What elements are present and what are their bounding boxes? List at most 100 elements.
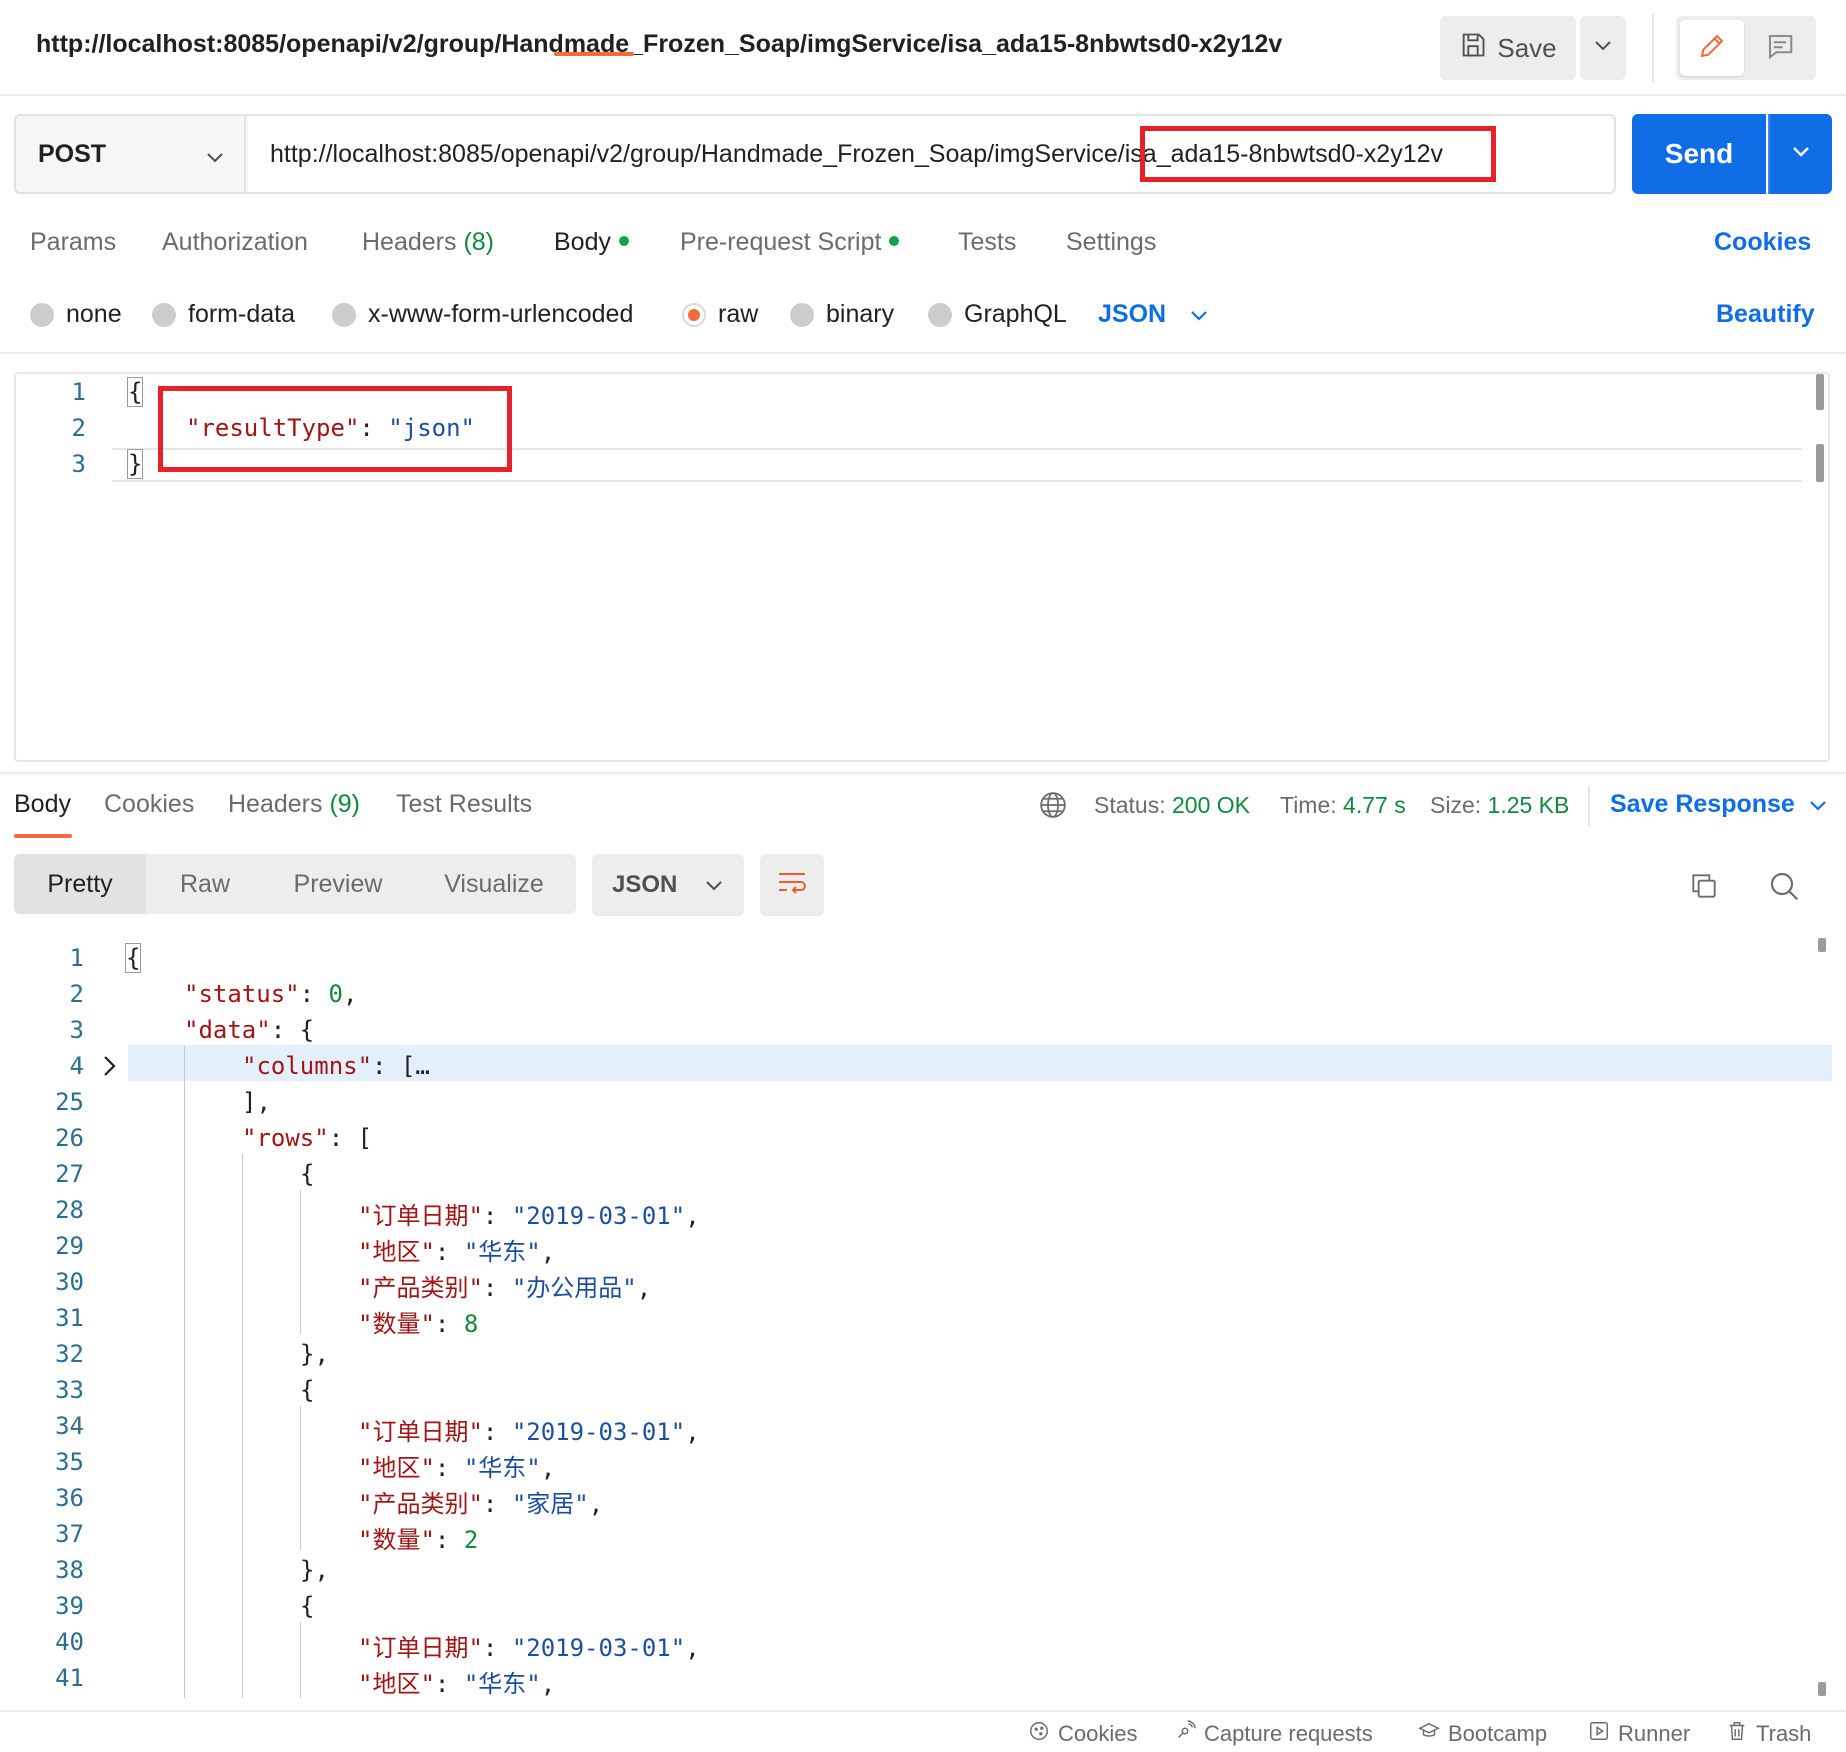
resp-tab-headers-count: (9) [329, 790, 361, 818]
line-number: 2 [71, 414, 86, 442]
line-number: 31 [55, 1304, 84, 1332]
resp-tab-cookies[interactable]: Cookies [104, 790, 194, 819]
send-button[interactable]: Send [1632, 114, 1766, 194]
save-icon [1459, 31, 1487, 66]
code-line: "rows": [ [242, 1124, 373, 1152]
resp-tab-test-results[interactable]: Test Results [396, 790, 532, 819]
tab-body[interactable]: Body [554, 228, 629, 257]
statusbar-bootcamp[interactable]: Bootcamp [1418, 1720, 1547, 1748]
editor-scrollbar-thumb[interactable] [1816, 444, 1824, 482]
radio-graphql-label: GraphQL [964, 300, 1067, 328]
statusbar-cookies[interactable]: Cookies [1028, 1720, 1137, 1748]
comments-button[interactable] [1748, 20, 1812, 76]
code-line: "data": { [184, 1016, 315, 1044]
line-number: 1 [69, 944, 84, 972]
divider [1652, 14, 1654, 82]
radio-none[interactable]: none [30, 300, 122, 329]
line-number: 27 [55, 1160, 84, 1188]
resp-tab-headers[interactable]: Headers (9) [228, 790, 360, 819]
chevron-down-icon [206, 142, 224, 171]
brace: { [126, 377, 144, 407]
resp-tab-body[interactable]: Body [14, 790, 71, 819]
copy-icon[interactable] [1688, 870, 1720, 907]
json-key: "地区" [358, 1238, 435, 1266]
response-format-select[interactable]: JSON [592, 854, 744, 916]
code-line: }, [300, 1340, 329, 1368]
json-number: 0 [328, 980, 343, 1008]
indent-guide [300, 1190, 301, 1334]
modified-dot [618, 236, 629, 247]
search-icon[interactable] [1768, 870, 1800, 907]
beautify-button[interactable]: Beautify [1716, 300, 1815, 329]
globe-icon[interactable] [1038, 790, 1068, 825]
code-line: "数量": 2 [358, 1526, 479, 1554]
response-scrollbar-top[interactable] [1818, 938, 1826, 952]
radio-circle [152, 302, 176, 327]
brace: { [124, 943, 142, 973]
json-key: "产品类别" [358, 1274, 483, 1302]
tab-prerequest-script[interactable]: Pre-request Script [680, 228, 900, 257]
radio-binary[interactable]: binary [790, 300, 894, 329]
time-label: Time: [1280, 792, 1337, 818]
url-endpoint: isa_ada15-8nbwtsd0-x2y12v [1124, 139, 1443, 168]
send-options-button[interactable] [1768, 114, 1832, 194]
url-prefix: http://localhost:8085/openapi/v2/group/H… [270, 139, 1118, 168]
save-options-button[interactable] [1580, 16, 1626, 80]
comment-icon [1765, 31, 1795, 66]
tab-params[interactable]: Params [30, 228, 116, 257]
method-select[interactable]: POST [16, 116, 246, 192]
cookies-link[interactable]: Cookies [1714, 228, 1811, 257]
response-scrollbar-bottom[interactable] [1818, 1682, 1826, 1696]
request-line: POST http://localhost:8085/openapi/v2/gr… [14, 114, 1616, 194]
status-bar: Cookies Capture requests Bootcamp Runner… [0, 1710, 1846, 1752]
json-key: "数量" [358, 1310, 435, 1338]
view-preview[interactable]: Preview [264, 854, 412, 914]
tab-authorization[interactable]: Authorization [162, 228, 308, 257]
line-number: 2 [69, 980, 84, 1008]
radio-form-data[interactable]: form-data [152, 300, 295, 329]
statusbar-runner[interactable]: Runner [1588, 1720, 1690, 1748]
tab-headers[interactable]: Headers (8) [362, 228, 494, 257]
view-visualize[interactable]: Visualize [412, 854, 576, 914]
code-line: "订单日期": "2019-03-01", [358, 1418, 700, 1446]
view-pretty[interactable]: Pretty [14, 854, 146, 914]
response-body-viewer[interactable]: 1 2 3 4 25 26 27 28 29 30 31 32 33 34 35… [0, 938, 1846, 1698]
json-value: "华东" [463, 1454, 541, 1482]
folded-region[interactable]: [… [401, 1052, 430, 1080]
method-label: POST [38, 139, 107, 168]
body-language-select[interactable]: JSON [1098, 300, 1208, 329]
code-line: { [124, 943, 142, 973]
radio-circle [928, 302, 952, 327]
edit-mode-button[interactable] [1680, 20, 1744, 76]
editor-scrollbar[interactable] [1816, 374, 1824, 410]
save-button[interactable]: Save [1440, 16, 1576, 80]
statusbar-trash[interactable]: Trash [1726, 1720, 1811, 1748]
radio-binary-label: binary [826, 300, 895, 328]
tab-tests[interactable]: Tests [958, 228, 1016, 257]
response-status: Status: 200 OK [1094, 792, 1250, 819]
json-number: 2 [463, 1526, 479, 1554]
json-key: "地区" [358, 1454, 435, 1482]
json-key: "地区" [358, 1670, 435, 1698]
radio-graphql[interactable]: GraphQL [928, 300, 1067, 329]
line-number: 36 [55, 1484, 84, 1512]
request-tabs: Params Authorization Headers (8) Body Pr… [0, 222, 1846, 282]
json-value: "2019-03-01" [511, 1634, 686, 1662]
tab-settings[interactable]: Settings [1066, 228, 1156, 257]
line-number: 41 [55, 1664, 84, 1692]
radio-raw[interactable]: raw [682, 300, 758, 329]
save-response-button[interactable]: Save Response [1610, 790, 1827, 819]
code-line: ], [242, 1088, 271, 1116]
request-title[interactable]: http://localhost:8085/openapi/v2/group/H… [36, 30, 1282, 59]
wrap-lines-button[interactable] [760, 854, 824, 916]
json-key: "产品类别" [358, 1490, 483, 1518]
line-number: 25 [55, 1088, 84, 1116]
divider [1588, 786, 1590, 826]
radio-urlencoded[interactable]: x-www-form-urlencoded [332, 300, 633, 329]
line-number: 3 [69, 1016, 84, 1044]
view-raw[interactable]: Raw [146, 854, 264, 914]
brace: } [126, 449, 144, 479]
statusbar-capture-requests[interactable]: Capture requests [1174, 1720, 1373, 1748]
url-input[interactable]: http://localhost:8085/openapi/v2/group/H… [248, 116, 1614, 192]
chevron-right-icon[interactable] [102, 1054, 118, 1083]
